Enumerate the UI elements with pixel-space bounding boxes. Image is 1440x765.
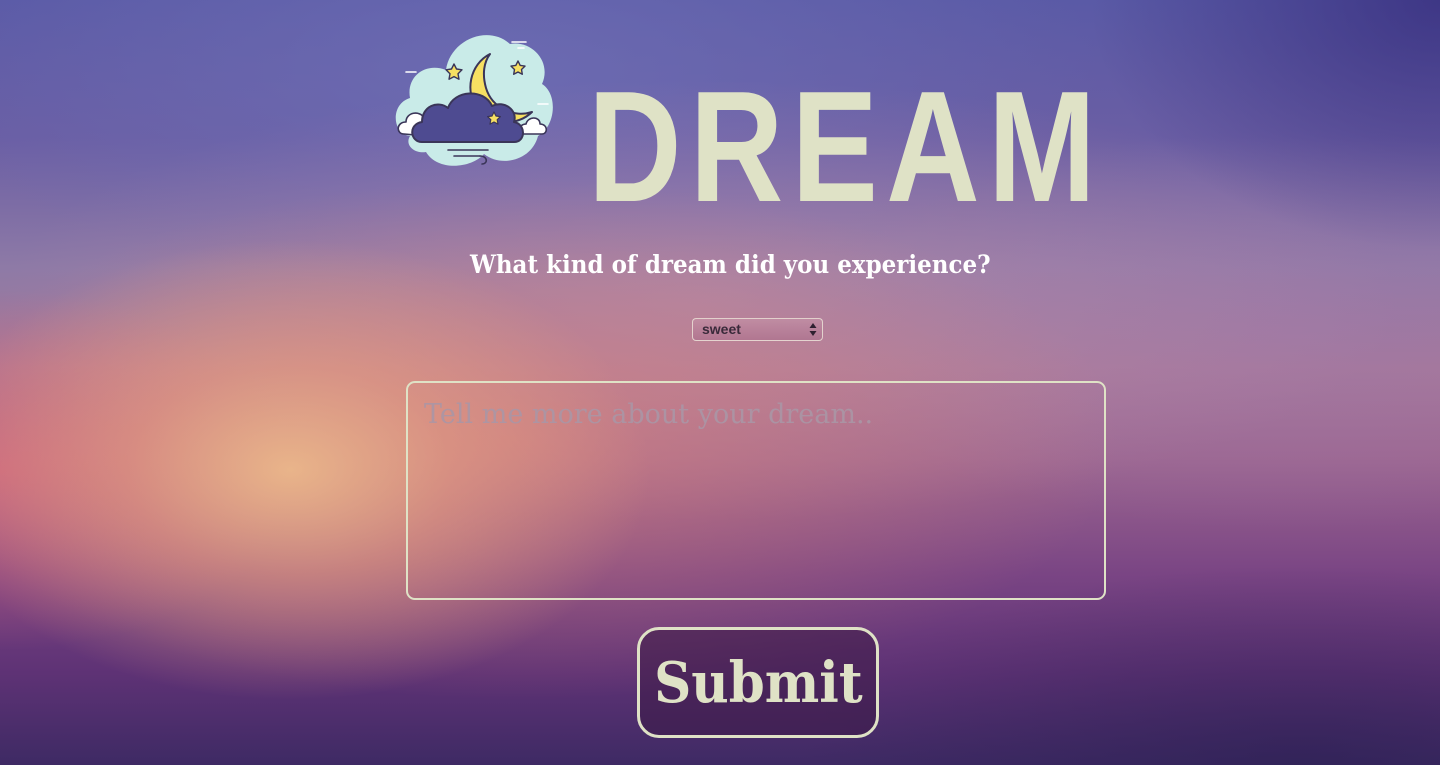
dream-page: DREAM What kind of dream did you experie… bbox=[0, 0, 1440, 765]
dream-question: What kind of dream did you experience? bbox=[470, 250, 991, 279]
dream-type-selected: sweet bbox=[702, 321, 741, 337]
dream-details-textarea[interactable] bbox=[406, 381, 1106, 600]
dream-type-select[interactable]: sweet bbox=[692, 318, 823, 341]
submit-button[interactable]: Submit bbox=[637, 627, 879, 738]
moon-cloud-icon bbox=[392, 26, 556, 170]
submit-label: Submit bbox=[653, 649, 863, 716]
page-title: DREAM bbox=[588, 59, 1105, 235]
select-arrows-icon bbox=[809, 322, 817, 337]
